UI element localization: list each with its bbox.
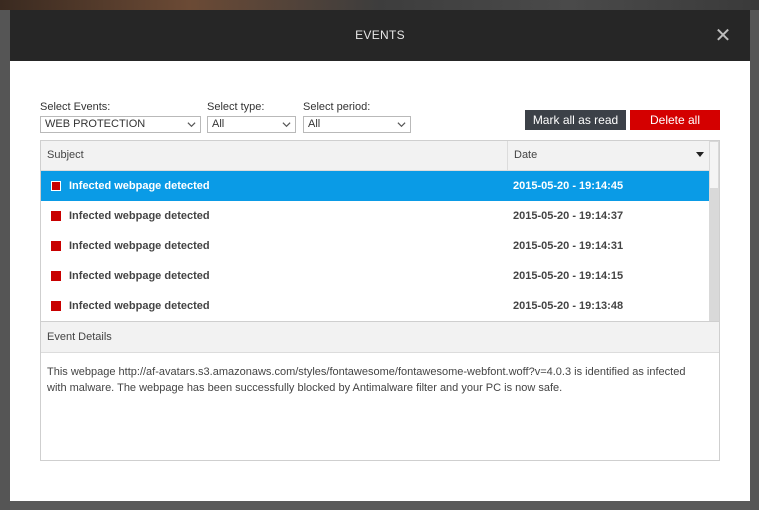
row-subject: Infected webpage detected xyxy=(69,300,210,312)
event-details-text: This webpage http://af-avatars.s3.amazon… xyxy=(47,364,711,396)
event-marker-icon xyxy=(51,271,61,281)
chevron-down-icon xyxy=(187,122,196,128)
table-header: Subject Date xyxy=(41,141,709,171)
row-subject: Infected webpage detected xyxy=(69,270,210,282)
table-row[interactable]: Infected webpage detected 2015-05-20 - 1… xyxy=(41,261,709,291)
chevron-down-icon xyxy=(397,122,406,128)
event-details-line: with malware. The webpage has been succe… xyxy=(47,382,563,394)
select-type-dropdown[interactable]: All xyxy=(207,116,296,133)
row-subject: Infected webpage detected xyxy=(69,210,210,222)
event-marker-icon xyxy=(51,301,61,311)
background-strip-right xyxy=(750,10,759,510)
row-date: 2015-05-20 - 19:13:48 xyxy=(513,300,624,312)
select-type-value: All xyxy=(212,118,225,130)
event-details-panel: Event Details This webpage http://af-ava… xyxy=(40,322,720,461)
event-marker-icon xyxy=(51,241,61,251)
mark-all-as-read-button[interactable]: Mark all as read xyxy=(525,110,626,130)
select-period-dropdown[interactable]: All xyxy=(303,116,411,133)
select-events-dropdown[interactable]: WEB PROTECTION xyxy=(40,116,201,133)
close-icon[interactable]: ✕ xyxy=(713,26,733,46)
sort-descending-icon[interactable] xyxy=(696,152,704,157)
events-table: Subject Date Infected webpage detected 2… xyxy=(40,140,720,322)
table-row[interactable]: Infected webpage detected 2015-05-20 - 1… xyxy=(41,291,709,321)
dialog-titlebar: EVENTS ✕ xyxy=(10,10,750,61)
row-subject: Infected webpage detected xyxy=(69,180,210,192)
background-strip-left xyxy=(0,10,10,510)
chevron-down-icon xyxy=(282,122,291,128)
column-header-subject[interactable]: Subject xyxy=(41,141,508,170)
delete-all-button[interactable]: Delete all xyxy=(630,110,720,130)
select-type-label: Select type: xyxy=(207,101,265,113)
event-marker-icon xyxy=(51,211,61,221)
row-date: 2015-05-20 - 19:14:15 xyxy=(513,270,624,282)
row-date: 2015-05-20 - 19:14:37 xyxy=(513,210,624,222)
event-details-heading: Event Details xyxy=(41,322,719,353)
select-period-label: Select period: xyxy=(303,101,371,113)
row-date: 2015-05-20 - 19:14:31 xyxy=(513,240,624,252)
row-date: 2015-05-20 - 19:14:45 xyxy=(513,180,624,192)
event-marker-icon xyxy=(51,181,61,191)
table-row[interactable]: Infected webpage detected 2015-05-20 - 1… xyxy=(41,201,709,231)
table-scrollbar[interactable] xyxy=(709,141,719,321)
row-subject: Infected webpage detected xyxy=(69,240,210,252)
column-header-date[interactable]: Date xyxy=(508,141,709,170)
dialog-title: EVENTS xyxy=(355,28,405,42)
scrollbar-thumb[interactable] xyxy=(710,142,718,188)
select-period-value: All xyxy=(308,118,321,130)
background-strip-top xyxy=(0,0,759,10)
event-details-line: This webpage http://af-avatars.s3.amazon… xyxy=(47,366,686,378)
table-row[interactable]: Infected webpage detected 2015-05-20 - 1… xyxy=(41,231,709,261)
select-events-value: WEB PROTECTION xyxy=(45,118,146,130)
table-row[interactable]: Infected webpage detected 2015-05-20 - 1… xyxy=(41,171,709,201)
events-dialog: EVENTS ✕ Select Events: WEB PROTECTION S… xyxy=(10,10,750,501)
select-events-label: Select Events: xyxy=(40,101,111,113)
